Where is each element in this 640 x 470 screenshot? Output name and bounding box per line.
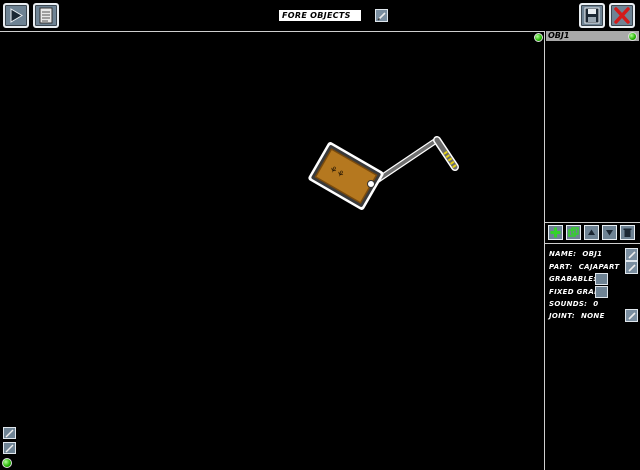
property-joint-label: JOINT: [549,312,576,320]
shrink-icon [5,444,14,453]
property-part-label: PART: [549,263,573,271]
property-sounds-value: 0 [593,300,599,308]
list-status-indicator[interactable] [534,33,543,42]
crate-object[interactable]: ⚘⚘ [307,136,459,211]
add-icon [550,227,561,238]
part-edit-button[interactable] [625,261,638,274]
duplicate-icon [568,227,579,237]
property-name-label: NAME: [549,250,577,258]
property-sounds-label: SOUNDS: [549,300,588,308]
property-grabable: GRABABLE: [549,275,596,283]
joint-edit-button[interactable] [625,309,638,322]
save-icon [584,7,600,24]
crate-box: ⚘⚘ [308,142,384,210]
fixed-grab-checkbox[interactable] [595,286,608,298]
zoom-in-button[interactable] [3,427,16,439]
edit-icon [628,264,636,272]
property-name: NAME: OBJ1 [549,250,602,258]
property-part-value: CAJAPART [578,263,620,271]
close-icon [614,7,630,24]
property-part: PART: CAJAPART [549,263,619,271]
move-down-icon [606,230,613,236]
object-visible-indicator[interactable] [628,32,637,41]
object-list-item[interactable]: OBJ1 [546,31,639,41]
save-button[interactable] [579,3,605,28]
close-button[interactable] [609,3,635,28]
name-edit-button[interactable] [625,248,638,261]
edit-icon [628,312,636,320]
property-name-value: OBJ1 [582,250,603,258]
duplicate-object-button[interactable] [566,225,581,240]
property-joint: JOINT: NONE [549,312,605,320]
move-up-icon [588,229,595,235]
property-joint-value: NONE [581,312,605,320]
joint-pivot[interactable] [367,180,375,188]
edit-icon [628,251,636,259]
divider [545,222,640,223]
delete-icon [623,228,632,237]
move-up-button[interactable] [584,225,599,240]
property-sounds: SOUNDS: 0 [549,300,598,308]
move-down-button[interactable] [602,225,617,240]
expand-icon [5,429,14,438]
add-object-button[interactable] [548,225,563,240]
delete-object-button[interactable] [620,225,635,240]
canvas-status-indicator[interactable] [2,458,12,468]
property-grabable-label: GRABABLE: [549,275,597,283]
grab-arm [370,136,459,186]
object-list-item-label: OBJ1 [548,31,570,40]
divider [545,243,640,244]
grabable-checkbox[interactable] [595,273,608,285]
zoom-out-button[interactable] [3,442,16,454]
scene-canvas[interactable]: ⚘⚘ [0,0,540,470]
